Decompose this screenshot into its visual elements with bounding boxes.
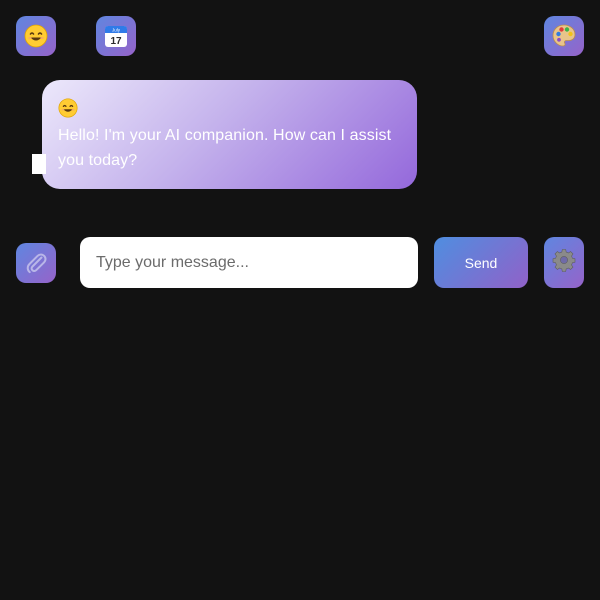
calendar-icon: July 17 [103,23,129,49]
ai-message-text: Hello! I'm your AI companion. How can I … [58,127,392,169]
text-cursor [32,154,46,174]
settings-button[interactable] [544,237,584,288]
gear-icon [552,248,576,277]
emoji-button[interactable] [16,16,56,56]
message-input[interactable] [80,237,418,288]
smiley-face-icon [24,24,48,48]
ai-message-bubble: Hello! I'm your AI companion. How can I … [42,80,417,189]
palette-icon [551,23,577,49]
paperclip-icon [23,250,49,276]
theme-button[interactable] [544,16,584,56]
calendar-day-text: 17 [110,36,122,47]
calendar-button[interactable]: July 17 [96,16,136,56]
attach-button[interactable] [16,243,56,283]
chat-app: July 17 Hello! I'm your AI companion. Ho… [0,0,600,600]
smiley-face-icon [58,98,78,118]
send-button[interactable]: Send [434,237,528,288]
calendar-month-text: July [112,28,121,33]
